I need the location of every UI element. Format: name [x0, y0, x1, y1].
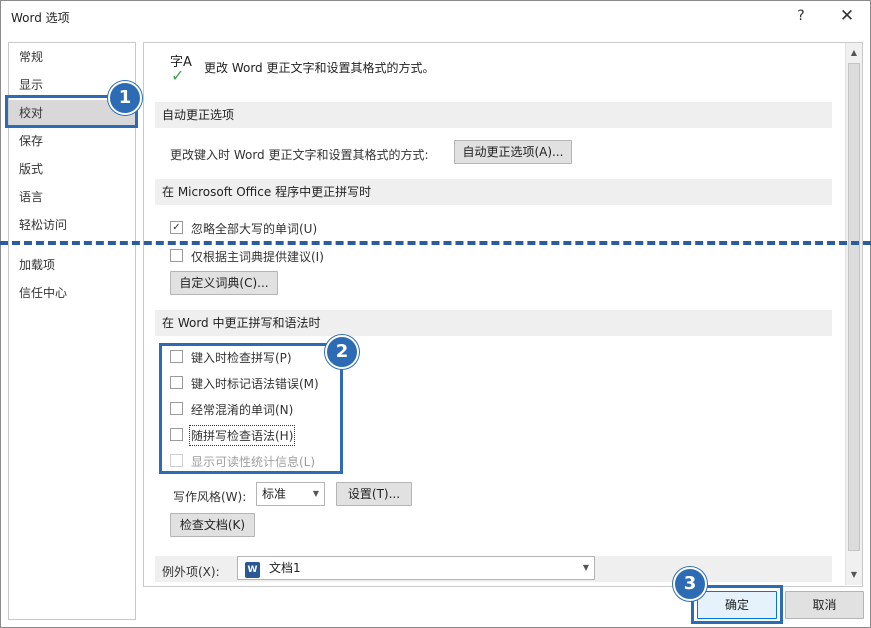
nav-item-general[interactable]: 常规 — [19, 48, 43, 65]
exceptions-document-dropdown[interactable]: 文档1 ▼ — [237, 556, 595, 580]
writing-style-dropdown[interactable]: 标准 ▼ — [256, 482, 325, 506]
main-dictionary-checkbox[interactable] — [170, 249, 183, 262]
writing-settings-button[interactable]: 设置(T)... — [336, 482, 412, 506]
callout-badge-1: 1 — [108, 81, 142, 115]
section-autocorrect: 自动更正选项 — [155, 102, 832, 128]
scroll-down-icon[interactable]: ▼ — [846, 567, 862, 583]
scroll-up-icon[interactable]: ▲ — [846, 45, 862, 61]
nav-item-addins[interactable]: 加载项 — [19, 256, 55, 273]
chevron-down-icon: ▼ — [582, 563, 589, 572]
writing-style-label: 写作风格(W): — [173, 490, 247, 504]
proofing-description: 更改 Word 更正文字和设置其格式的方式。 — [204, 61, 435, 75]
cut-dashed-line — [0, 241, 871, 245]
highlight-box-word-options — [159, 343, 343, 474]
close-button[interactable]: ✕ — [832, 3, 862, 29]
main-dictionary-label: 仅根据主词典提供建议(I) — [191, 250, 324, 264]
autocorrect-options-button[interactable]: 自动更正选项(A)... — [454, 140, 572, 164]
scroll-thumb[interactable] — [848, 63, 860, 551]
options-nav-panel: 常规 显示 校对 保存 版式 语言 轻松访问 加载项 信任中心 — [8, 42, 136, 620]
callout-badge-2: 2 — [325, 335, 359, 369]
check-document-button[interactable]: 检查文档(K) — [170, 513, 255, 537]
ignore-uppercase-label: 忽略全部大写的单词(U) — [191, 222, 318, 236]
nav-item-trust-center[interactable]: 信任中心 — [19, 284, 67, 301]
help-button[interactable]: ? — [789, 3, 813, 29]
checkmark-icon: ✓ — [171, 66, 185, 85]
autocorrect-label: 更改键入时 Word 更正文字和设置其格式的方式: — [170, 148, 429, 162]
nav-item-accessibility[interactable]: 轻松访问 — [19, 216, 67, 233]
section-office-spelling: 在 Microsoft Office 程序中更正拼写时 — [155, 179, 832, 205]
ignore-uppercase-checkbox[interactable]: ✓ — [170, 221, 183, 234]
dialog-title: Word 选项 — [11, 11, 70, 25]
exceptions-label: 例外项(X): — [162, 565, 220, 579]
writing-style-value: 标准 — [262, 487, 287, 501]
callout-badge-3: 3 — [673, 567, 707, 601]
content-scrollbar[interactable]: ▲ ▼ — [845, 43, 862, 585]
word-document-icon: W — [245, 562, 260, 578]
section-word-spelling: 在 Word 中更正拼写和语法时 — [155, 310, 832, 336]
chevron-down-icon: ▼ — [312, 489, 319, 498]
nav-item-save[interactable]: 保存 — [19, 132, 43, 149]
custom-dictionaries-button[interactable]: 自定义词典(C)... — [170, 271, 278, 295]
cancel-button[interactable]: 取消 — [785, 591, 864, 619]
nav-item-language[interactable]: 语言 — [19, 188, 43, 205]
nav-item-display[interactable]: 显示 — [19, 76, 43, 93]
nav-item-layout[interactable]: 版式 — [19, 160, 43, 177]
